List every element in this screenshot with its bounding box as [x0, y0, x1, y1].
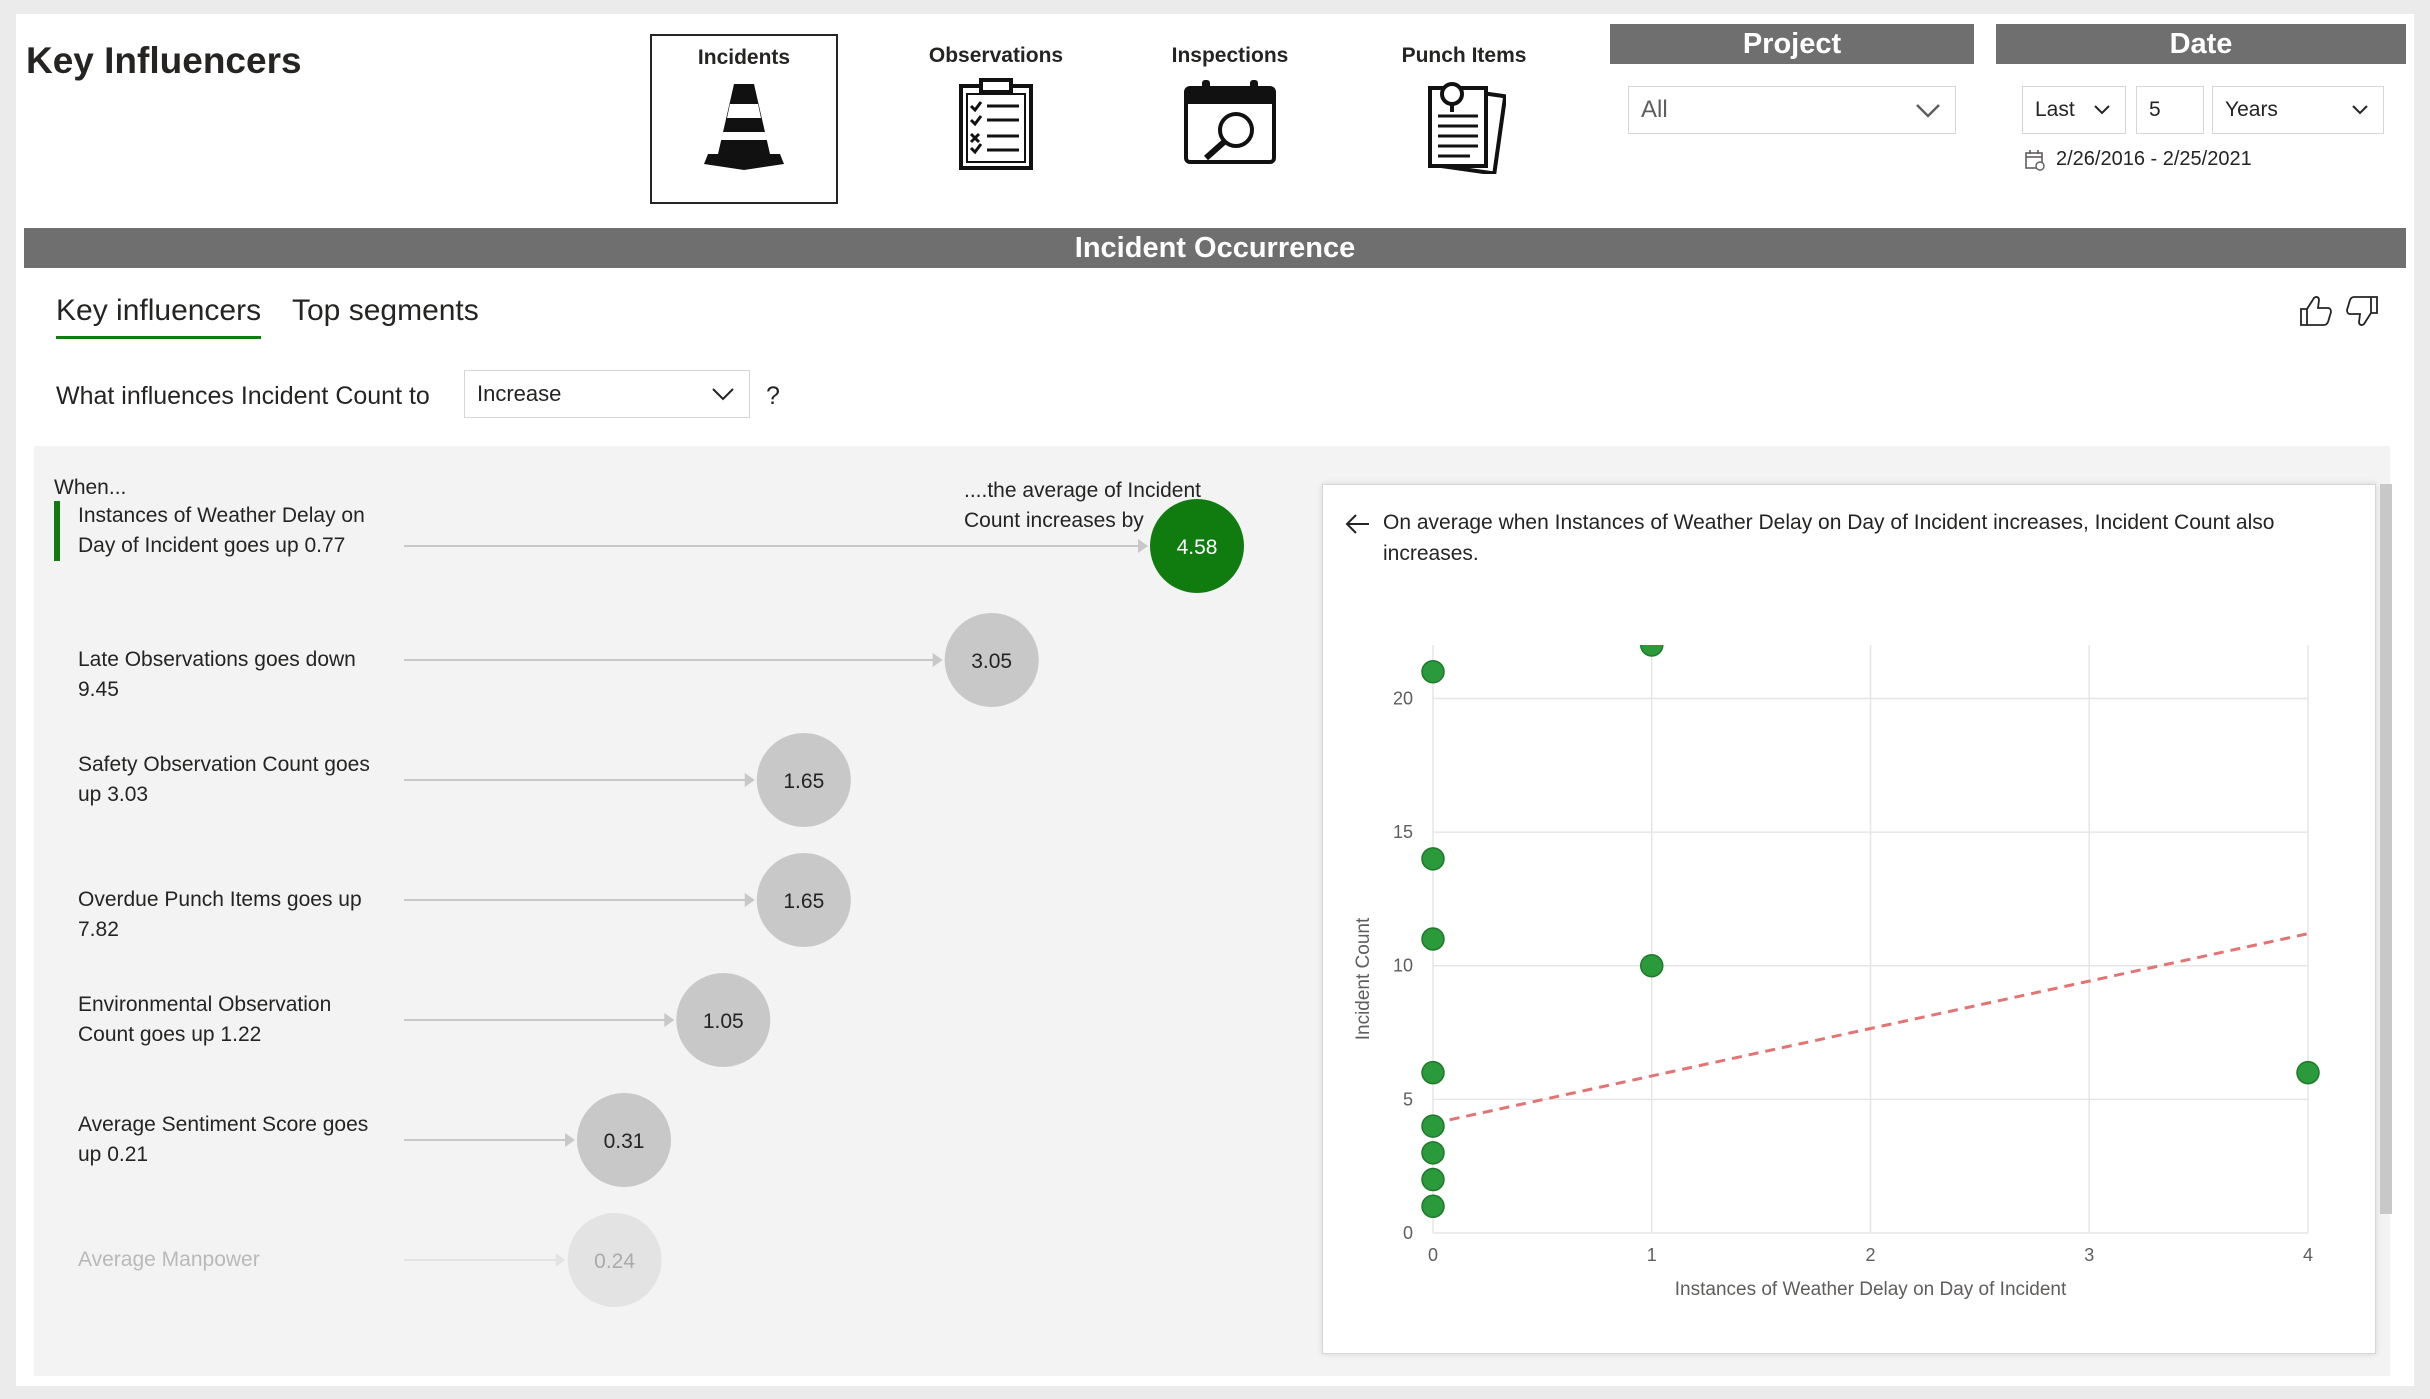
influencer-bubble-group[interactable]: 4.58: [404, 499, 1244, 593]
traffic-cone-icon: [704, 84, 784, 170]
x-tick-label: 2: [1865, 1245, 1875, 1265]
nav-incidents-label: Incidents: [697, 46, 791, 69]
scatter-point[interactable]: [1421, 1167, 1445, 1192]
scatter-point[interactable]: [1421, 1194, 1445, 1219]
nav-inspections-label: Inspections: [1171, 44, 1289, 67]
chevron-down-icon: [2094, 105, 2110, 115]
x-tick-label: 4: [2303, 1245, 2313, 1265]
y-tick-label: 20: [1393, 688, 1413, 708]
calendar-icon: [2025, 149, 2045, 171]
panel-scrollbar[interactable]: [2380, 484, 2392, 1214]
connector-arrowhead: [664, 1013, 675, 1027]
scatter-point[interactable]: [2296, 1060, 2320, 1085]
document-pin-icon: [1428, 82, 1506, 174]
influencer-bubble-group[interactable]: 1.65: [404, 733, 851, 827]
increase-dropdown[interactable]: Increase: [464, 370, 750, 418]
x-tick-label: 3: [2084, 1245, 2094, 1265]
scatter-point[interactable]: [1640, 953, 1664, 978]
x-tick-label: 1: [1647, 1245, 1657, 1265]
date-count-input[interactable]: 5: [2136, 86, 2204, 134]
y-axis-label: Incident Count: [1353, 917, 1374, 1040]
influencer-bubbles: 4.58 3.05 1.65 1.65 1.05 0.31 0.24: [404, 499, 1244, 1307]
project-slicer-header: Project: [1610, 24, 1974, 64]
y-tick-label: 10: [1393, 956, 1413, 976]
connector-arrowhead: [565, 1133, 575, 1147]
date-period-value: Last: [2035, 98, 2075, 121]
influencer-value: 0.31: [604, 1130, 645, 1153]
report-canvas: Key Influencers Incidents Observations I…: [16, 14, 2414, 1386]
influencer-value: 1.05: [703, 1010, 744, 1033]
nav-observations[interactable]: Observations: [902, 34, 1090, 204]
scatter-chart: 0 1 2 3 4 0 5 10 15 20 Instances of Weather Delay …: [1353, 634, 2320, 1300]
project-dropdown-value: All: [1641, 96, 1668, 123]
scatter-point[interactable]: [1421, 659, 1445, 684]
influencer-bubble-group[interactable]: 0.24: [404, 1213, 662, 1307]
influencer-value: 1.65: [783, 890, 824, 913]
chevron-down-icon: [2352, 105, 2368, 115]
page-title: Key Influencers: [26, 40, 302, 81]
section-title: Incident Occurrence: [24, 228, 2406, 268]
connector-arrowhead: [555, 1253, 566, 1267]
date-unit-value: Years: [2225, 98, 2278, 121]
scatter-point[interactable]: [1421, 1114, 1445, 1138]
date-period-dropdown[interactable]: Last: [2022, 86, 2126, 134]
x-axis-label: Instances of Weather Delay on Day of Inc…: [1675, 1279, 2067, 1300]
question-mark: ?: [766, 382, 780, 410]
tab-key-influencers[interactable]: Key influencers: [56, 294, 262, 339]
influencer-bubble-group[interactable]: 1.05: [404, 973, 771, 1067]
nav-punch-items-label: Punch Items: [1401, 44, 1527, 67]
connector-arrowhead: [744, 893, 755, 907]
question-text: What influences Incident Count to: [56, 382, 430, 410]
scatter-point[interactable]: [1421, 1060, 1445, 1085]
y-tick-label: 0: [1403, 1223, 1413, 1243]
influencer-bubble-group[interactable]: 3.05: [404, 613, 1039, 707]
date-unit-dropdown[interactable]: Years: [2212, 86, 2384, 134]
influencer-value: 0.24: [594, 1250, 635, 1273]
y-tick-label: 15: [1393, 822, 1413, 842]
date-range: 2/26/2016 - 2/25/2021: [2024, 148, 2252, 171]
chevron-down-icon: [1916, 104, 1940, 118]
nav-observations-label: Observations: [928, 44, 1064, 67]
scatter-point[interactable]: [1421, 1141, 1445, 1165]
influencer-value: 4.58: [1177, 536, 1218, 559]
clipboard-checklist-icon: [959, 78, 1033, 170]
influencer-detail-panel: On average when Instances of Weather Del…: [1322, 484, 2376, 1354]
calendar-search-icon: [1184, 80, 1276, 164]
date-slicer-header: Date: [1996, 24, 2406, 64]
nav-inspections[interactable]: Inspections: [1136, 34, 1324, 204]
nav-incidents[interactable]: Incidents: [650, 34, 838, 204]
scatter-point[interactable]: [1421, 927, 1445, 951]
thumbs-up-icon[interactable]: [2298, 294, 2334, 328]
date-count-value: 5: [2149, 98, 2161, 121]
chevron-down-icon: [712, 388, 734, 401]
y-tick-label: 5: [1403, 1089, 1413, 1109]
increase-dropdown-value: Increase: [477, 381, 562, 406]
thumbs-down-icon[interactable]: [2344, 294, 2380, 328]
scatter-point[interactable]: [1421, 847, 1445, 871]
connector-arrowhead: [932, 653, 943, 667]
connector-arrowhead: [744, 773, 755, 787]
date-range-text: 2/26/2016 - 2/25/2021: [2056, 148, 2252, 170]
project-dropdown[interactable]: All: [1628, 86, 1956, 134]
tab-top-segments[interactable]: Top segments: [292, 294, 479, 336]
connector-arrowhead: [1138, 539, 1148, 553]
influencer-value: 1.65: [783, 770, 824, 793]
nav-punch-items[interactable]: Punch Items: [1370, 34, 1558, 204]
influencer-value: 3.05: [971, 650, 1012, 673]
scatter-point[interactable]: [1640, 634, 1664, 657]
x-tick-label: 0: [1428, 1245, 1438, 1265]
influencer-bubble-group[interactable]: 1.65: [404, 853, 851, 947]
influencer-bubble-group[interactable]: 0.31: [404, 1093, 671, 1187]
